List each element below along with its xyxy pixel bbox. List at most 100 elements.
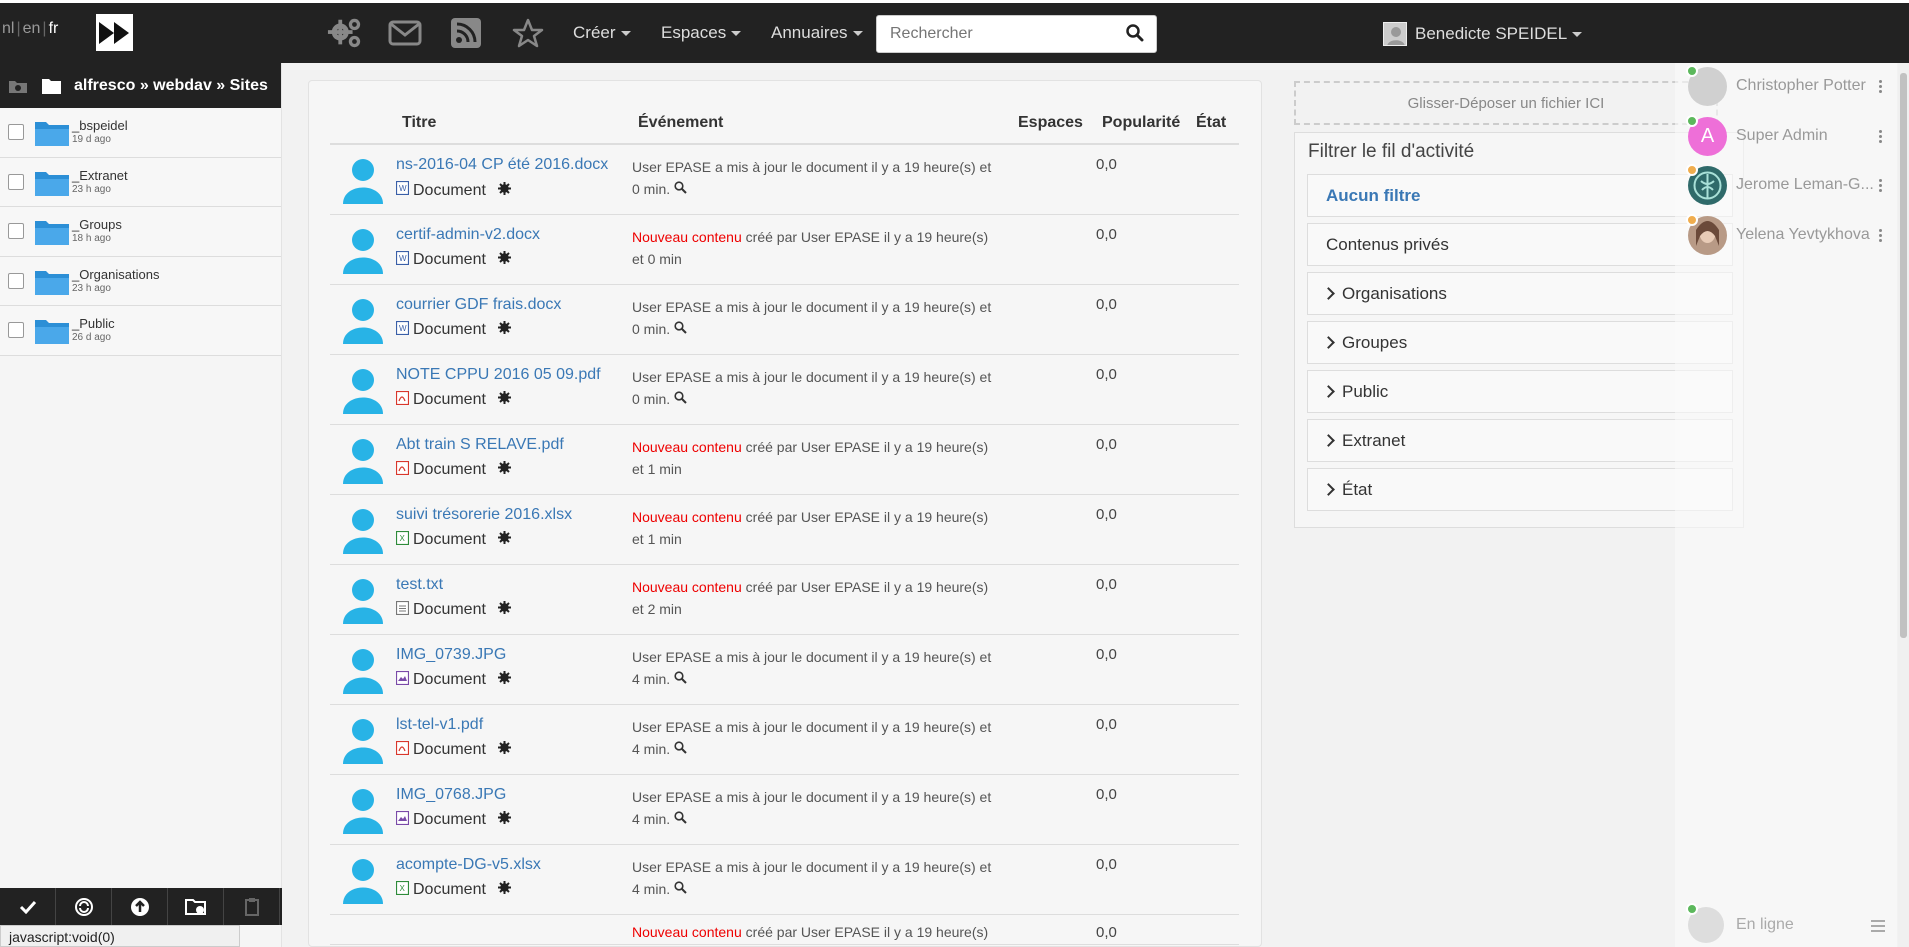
document-actions-gear-icon[interactable] [497, 881, 511, 899]
folder-checkbox[interactable] [8, 223, 24, 239]
header-state[interactable]: État [1190, 103, 1239, 145]
folder-item[interactable]: _Organisations 23 h ago [0, 256, 281, 306]
folder-open-icon[interactable] [36, 77, 68, 95]
menu-creer[interactable]: Créer [573, 23, 631, 43]
menu-espaces[interactable]: Espaces [661, 23, 742, 43]
user-avatar-icon[interactable] [341, 506, 385, 554]
document-title-link[interactable]: NOTE CPPU 2016 05 09.pdf [396, 366, 632, 384]
chat-contact[interactable]: Christopher Potter [1686, 64, 1876, 106]
user-avatar-icon[interactable] [341, 716, 385, 764]
favorites-star-icon[interactable] [510, 17, 546, 49]
folder-name[interactable]: _Extranet [72, 168, 128, 183]
user-avatar-icon[interactable] [341, 646, 385, 694]
lang-fr[interactable]: fr [49, 20, 59, 37]
header-title[interactable]: Titre [396, 103, 632, 145]
user-avatar-icon[interactable] [341, 366, 385, 414]
chat-status-footer[interactable]: En ligne [1686, 903, 1876, 945]
folder-name[interactable]: _Public [72, 316, 115, 331]
document-title-link[interactable]: acompte-DG-v5.xlsx [396, 856, 632, 874]
document-title-link[interactable]: suivi trésorerie 2016.xlsx [396, 506, 632, 524]
view-details-search-icon[interactable] [674, 390, 687, 407]
refresh-icon[interactable] [56, 888, 112, 925]
contact-options-kebab-icon[interactable] [1879, 227, 1883, 244]
contact-options-kebab-icon[interactable] [1879, 128, 1883, 145]
filter-item[interactable]: Groupes [1307, 321, 1733, 364]
select-all-check-icon[interactable] [0, 888, 56, 925]
user-avatar-icon[interactable] [341, 436, 385, 484]
upload-icon[interactable] [112, 888, 168, 925]
folder-item[interactable]: _Extranet 23 h ago [0, 157, 281, 207]
document-actions-gear-icon[interactable] [497, 391, 511, 409]
user-avatar-icon[interactable] [341, 786, 385, 834]
filter-item[interactable]: Extranet [1307, 419, 1733, 462]
document-title-link[interactable]: IMG_0768.JPG [396, 786, 632, 804]
hamburger-menu-icon[interactable] [1871, 919, 1885, 937]
folder-checkbox[interactable] [8, 272, 24, 289]
app-logo[interactable] [96, 14, 133, 51]
view-details-search-icon[interactable] [674, 670, 687, 687]
paste-icon[interactable] [224, 888, 280, 925]
search-icon[interactable] [1126, 24, 1144, 47]
folder-checkbox[interactable] [8, 173, 24, 190]
folder-name[interactable]: _Organisations [72, 267, 159, 282]
user-menu[interactable]: Benedicte SPEIDEL [1383, 22, 1583, 46]
document-actions-gear-icon[interactable] [497, 741, 511, 759]
view-details-search-icon[interactable] [674, 181, 687, 197]
folder-item[interactable]: _Groups 18 h ago [0, 207, 281, 257]
file-dropzone[interactable]: Glisser-Déposer un fichier ICI [1294, 81, 1718, 125]
settings-gears-icon[interactable] [327, 17, 363, 49]
chat-contact[interactable]: Jerome Leman-G... [1686, 163, 1876, 205]
document-actions-gear-icon[interactable] [497, 601, 511, 619]
document-actions-gear-icon[interactable] [497, 461, 511, 479]
folder-item[interactable]: _Public 26 d ago [0, 306, 281, 356]
document-title-link[interactable]: courrier GDF frais.docx [396, 296, 632, 314]
folder-item[interactable]: _bspeidel 19 d ago [0, 108, 281, 158]
header-popularity[interactable]: Popularité [1096, 103, 1190, 145]
chat-contact[interactable]: Yelena Yevtykhova [1686, 213, 1876, 255]
chat-contact[interactable]: A Super Admin [1686, 114, 1876, 156]
lang-nl[interactable]: nl [2, 20, 14, 37]
view-details-search-icon[interactable] [674, 740, 687, 757]
document-title-link[interactable]: Abt train S RELAVE.pdf [396, 436, 632, 454]
user-avatar-icon[interactable] [341, 576, 385, 624]
header-event[interactable]: Événement [632, 103, 1012, 145]
document-actions-gear-icon[interactable] [497, 531, 511, 549]
menu-annuaires[interactable]: Annuaires [771, 23, 863, 43]
user-avatar-icon[interactable] [341, 856, 385, 904]
document-actions-gear-icon[interactable] [497, 671, 511, 689]
filter-item[interactable]: Organisations [1307, 272, 1733, 315]
page-scrollbar[interactable] [1898, 63, 1909, 947]
user-avatar-icon[interactable] [341, 156, 385, 204]
contact-options-kebab-icon[interactable] [1879, 78, 1883, 95]
document-actions-gear-icon[interactable] [497, 181, 511, 200]
header-spaces[interactable]: Espaces [1012, 103, 1096, 145]
document-title-link[interactable]: certif-admin-v2.docx [396, 226, 632, 244]
filter-item[interactable]: État [1307, 468, 1733, 511]
filter-item[interactable]: Contenus privés [1307, 223, 1733, 266]
view-details-search-icon[interactable] [674, 880, 687, 897]
user-avatar-icon[interactable] [341, 226, 385, 274]
document-title-link[interactable]: IMG_0739.JPG [396, 646, 632, 664]
lang-en[interactable]: en [23, 20, 41, 37]
document-actions-gear-icon[interactable] [497, 811, 511, 829]
view-details-search-icon[interactable] [674, 320, 687, 337]
contact-options-kebab-icon[interactable] [1879, 177, 1883, 194]
document-title-link[interactable]: test.txt [396, 576, 632, 594]
folder-name[interactable]: _Groups [72, 217, 122, 232]
filter-item[interactable]: Public [1307, 370, 1733, 413]
view-details-search-icon[interactable] [674, 810, 687, 827]
user-avatar-icon[interactable] [341, 296, 385, 344]
document-actions-gear-icon[interactable] [497, 251, 511, 269]
mail-icon[interactable] [387, 17, 423, 49]
folder-name[interactable]: _bspeidel [72, 118, 128, 133]
scrollbar-thumb[interactable] [1900, 73, 1907, 638]
new-folder-icon[interactable] [0, 78, 36, 94]
document-title-link[interactable]: ns-2016-04 CP été 2016.docx [396, 156, 632, 174]
folder-checkbox[interactable] [8, 322, 24, 338]
document-title-link[interactable]: lst-tel-v1.pdf [396, 716, 632, 734]
folder-checkbox[interactable] [8, 124, 24, 140]
filter-item[interactable]: Aucun filtre [1307, 174, 1733, 217]
rss-icon[interactable] [448, 17, 484, 49]
breadcrumb[interactable]: alfresco » webdav » Sites [74, 77, 268, 95]
search-input[interactable] [877, 16, 1112, 52]
